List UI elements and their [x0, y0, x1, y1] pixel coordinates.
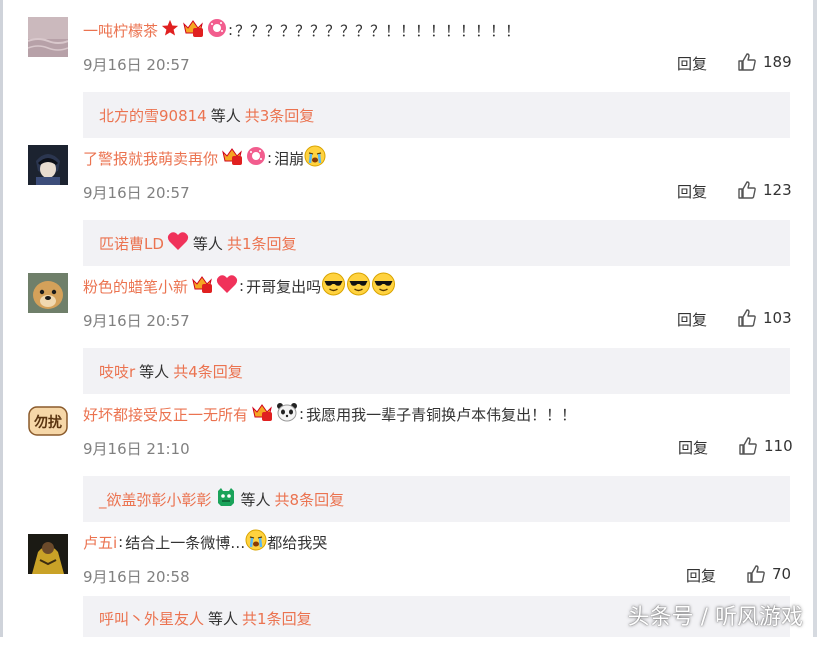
- reply-middle-text: 等人: [192, 234, 223, 253]
- like-count: 70: [772, 565, 792, 583]
- separator: :: [118, 533, 124, 551]
- reply-user[interactable]: 呼叫丶外星友人: [99, 608, 204, 629]
- like-button[interactable]: 123: [737, 180, 792, 200]
- comment-text: ？？？？？？？？？？！！！！！！！！！: [235, 21, 521, 40]
- like-button[interactable]: 110: [738, 436, 793, 456]
- thumbs-up-icon: [738, 181, 756, 199]
- reply-total-link[interactable]: 共8条回复: [275, 489, 345, 510]
- reply-button[interactable]: 回复: [677, 181, 707, 202]
- timestamp: 9月16日 20:57: [83, 312, 190, 330]
- separator: :: [267, 149, 273, 167]
- thumbs-up-icon: [747, 565, 765, 583]
- username[interactable]: 一吨柠檬茶: [83, 20, 158, 41]
- reply-summary[interactable]: 北方的雪90814 等人 共3条回复: [83, 92, 790, 138]
- crying-emoji-icon: [245, 529, 267, 555]
- star-badge-icon: [161, 19, 179, 41]
- timestamp: 9月16日 20:58: [83, 568, 190, 586]
- username[interactable]: 了警报就我萌卖再你: [83, 148, 218, 169]
- avatar[interactable]: [28, 17, 68, 57]
- donut-badge-icon: [246, 146, 266, 170]
- like-button[interactable]: 103: [737, 308, 792, 328]
- like-count: 103: [763, 309, 792, 327]
- reply-user[interactable]: 匹诺曹LD: [99, 233, 164, 254]
- reply-button[interactable]: 回复: [678, 437, 708, 458]
- reply-button[interactable]: 回复: [677, 309, 707, 330]
- reply-total-link[interactable]: 共4条回复: [173, 361, 243, 382]
- comment-text: 开哥复出吗: [246, 277, 322, 296]
- reply-total-link[interactable]: 共3条回复: [245, 105, 315, 126]
- avatar[interactable]: [28, 534, 68, 574]
- timestamp: 9月16日 21:10: [83, 440, 190, 458]
- sunglasses-emoji-icon: [321, 272, 346, 300]
- comment-item: 了警报就我萌卖再你 : 泪崩 9月16日 20:57 回复 123 匹诺曹LD …: [0, 138, 817, 266]
- comment-line: 卢五i : 结合上一条微博… 都给我哭: [83, 528, 327, 556]
- reply-summary[interactable]: 吱吱r 等人 共4条回复: [83, 348, 790, 394]
- avatar[interactable]: [28, 273, 68, 313]
- thumbs-up-icon: [738, 53, 756, 71]
- comment-text: 我愿用我一辈子青铜换卢本伟复出！！！: [306, 405, 577, 424]
- reply-summary[interactable]: 匹诺曹LD 等人 共1条回复: [83, 220, 790, 266]
- reply-middle-text: 等人: [208, 610, 239, 628]
- reply-button[interactable]: 回复: [677, 53, 707, 74]
- username[interactable]: 粉色的蜡笔小新: [83, 276, 188, 297]
- reply-middle-text: 等人: [210, 106, 241, 125]
- comment-item: 勿扰 好坏都接受反正一无所有 : 我愿用我一辈子青铜换卢本伟复出！！！ 9月16…: [0, 394, 817, 522]
- thumbs-up-icon: [738, 309, 756, 327]
- like-count: 123: [763, 181, 792, 199]
- comment-text: 泪崩: [274, 149, 305, 168]
- username[interactable]: 卢五i: [83, 532, 117, 553]
- reply-user[interactable]: 北方的雪90814: [99, 105, 207, 126]
- reply-middle-text: 等人: [240, 490, 271, 509]
- reply-user[interactable]: _欲盖弥彰小彰彰: [99, 489, 212, 510]
- comment-item: 一吨柠檬茶 : ？？？？？？？？？？！！！！！！！！！ 9月16日 20:57 …: [0, 10, 817, 138]
- separator: :: [239, 277, 245, 295]
- comment-item: 粉色的蜡笔小新 : 开哥复出吗 9月16日 20:57 回复 103 吱吱r 等…: [0, 266, 817, 394]
- vip-crown-icon: [221, 146, 243, 170]
- avatar-text: 勿扰: [33, 414, 62, 431]
- sunglasses-emoji-icon: [346, 272, 371, 300]
- separator: :: [299, 405, 305, 423]
- green-monster-icon: [215, 487, 237, 511]
- avatar[interactable]: [28, 145, 68, 185]
- reply-summary[interactable]: _欲盖弥彰小彰彰 等人 共8条回复: [83, 476, 790, 522]
- reply-middle-text: 等人: [139, 362, 170, 381]
- like-button[interactable]: 70: [746, 564, 791, 584]
- heart-icon: [167, 231, 189, 255]
- vip-crown-icon: [182, 18, 204, 42]
- thumbs-up-icon: [739, 437, 757, 455]
- vip-crown-icon: [251, 402, 273, 426]
- separator: :: [228, 21, 234, 39]
- reply-total-link[interactable]: 共1条回复: [242, 608, 312, 629]
- comment-line: 一吨柠檬茶 : ？？？？？？？？？？！！！！！！！！！: [83, 16, 520, 44]
- like-button[interactable]: 189: [737, 52, 792, 72]
- reply-button[interactable]: 回复: [686, 565, 716, 586]
- reply-user[interactable]: 吱吱r: [99, 361, 135, 382]
- like-count: 110: [764, 437, 793, 455]
- vip-crown-icon: [191, 274, 213, 298]
- comment-line: 好坏都接受反正一无所有 : 我愿用我一辈子青铜换卢本伟复出！！！: [83, 400, 576, 428]
- avatar[interactable]: 勿扰: [28, 401, 68, 441]
- sunglasses-emoji-icon: [371, 272, 396, 300]
- crying-emoji-icon: [304, 145, 326, 171]
- watermark: 头条号 / 听风游戏: [627, 605, 803, 630]
- donut-badge-icon: [207, 18, 227, 42]
- comment-text: 结合上一条微博…: [125, 533, 246, 552]
- comment-line: 粉色的蜡笔小新 : 开哥复出吗: [83, 272, 396, 300]
- heart-icon: [216, 274, 238, 298]
- username[interactable]: 好坏都接受反正一无所有: [83, 404, 248, 425]
- reply-total-link[interactable]: 共1条回复: [227, 233, 297, 254]
- like-count: 189: [763, 53, 792, 71]
- panda-badge-icon: [276, 402, 298, 426]
- timestamp: 9月16日 20:57: [83, 56, 190, 74]
- comment-text-after: 都给我哭: [267, 533, 328, 552]
- comment-line: 了警报就我萌卖再你 : 泪崩: [83, 144, 326, 172]
- timestamp: 9月16日 20:57: [83, 184, 190, 202]
